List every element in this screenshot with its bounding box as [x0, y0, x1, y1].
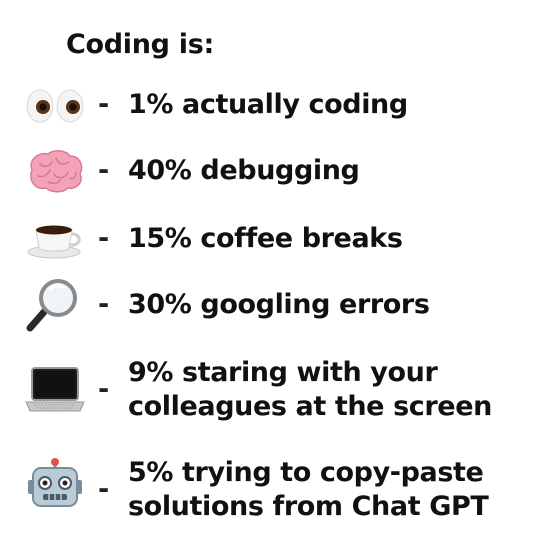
dash: - [98, 155, 110, 186]
item-text-line: 30% googling errors [128, 289, 430, 320]
item-text-line: colleagues at the screen [128, 391, 492, 422]
item-text: 30% googling errors [128, 288, 430, 322]
coffee-icon [24, 218, 86, 260]
item-text-line: solutions from Chat GPT [128, 491, 489, 522]
item-text: 5% trying to copy-paste solutions from C… [128, 456, 489, 524]
item-text-line: 15% coffee breaks [128, 223, 403, 254]
item-text-line: 40% debugging [128, 155, 360, 186]
dash: - [98, 289, 110, 320]
item-text: 15% coffee breaks [128, 222, 403, 256]
brain-icon [24, 148, 86, 194]
item-text-line: 5% trying to copy-paste [128, 457, 484, 488]
item-text: 40% debugging [128, 154, 360, 188]
dash: - [98, 374, 110, 405]
laptop-icon [24, 364, 86, 416]
item-text: 9% staring with your colleagues at the s… [128, 356, 492, 424]
dash: - [98, 474, 110, 505]
item-text: 1% actually coding [128, 88, 408, 122]
page-title: Coding is: [66, 29, 215, 60]
item-text-line: 9% staring with your [128, 357, 438, 388]
dash: - [98, 223, 110, 254]
robot-icon [24, 458, 86, 510]
magnifying-glass-icon [24, 276, 86, 332]
dash: - [98, 89, 110, 120]
eyes-icon [24, 88, 86, 124]
item-text-line: 1% actually coding [128, 89, 408, 120]
